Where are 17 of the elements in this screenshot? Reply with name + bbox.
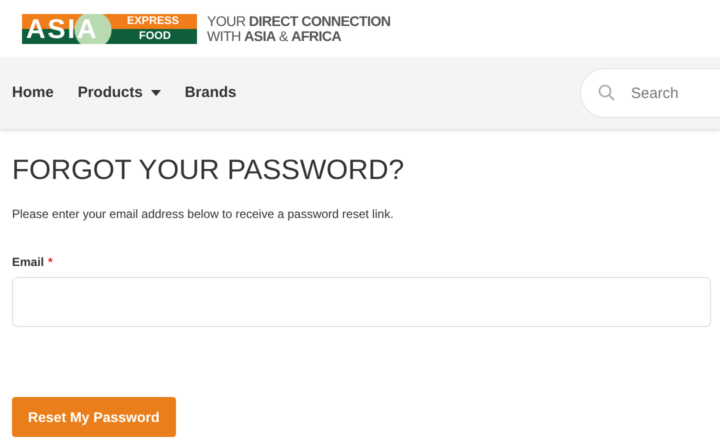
search-field[interactable]: Search xyxy=(580,68,720,118)
logo-text: ASIA xyxy=(25,14,100,44)
logo-text: EXPRESS xyxy=(127,14,179,28)
email-field[interactable] xyxy=(12,277,711,327)
intro-text: Please enter your email address below to receive a password reset link. xyxy=(12,206,395,223)
caret-icon xyxy=(150,90,161,96)
logo-text: FOOD xyxy=(138,28,172,44)
required-mark: * xyxy=(48,254,53,271)
page-title: FORGOT YOUR PASSWORD? xyxy=(12,153,406,187)
field-label: Email xyxy=(12,254,44,271)
tagline: YOUR DIRECT CONNECTION xyxy=(207,14,390,28)
search-icon xyxy=(598,84,616,102)
nav-link[interactable]: Home xyxy=(12,82,54,104)
logo[interactable]: ASIA EXPRESS FOOD xyxy=(22,14,197,44)
nav-link[interactable]: Brands xyxy=(184,82,236,104)
nav-link[interactable]: Products xyxy=(78,82,161,104)
tagline: WITH ASIA & AFRICA xyxy=(207,28,342,44)
